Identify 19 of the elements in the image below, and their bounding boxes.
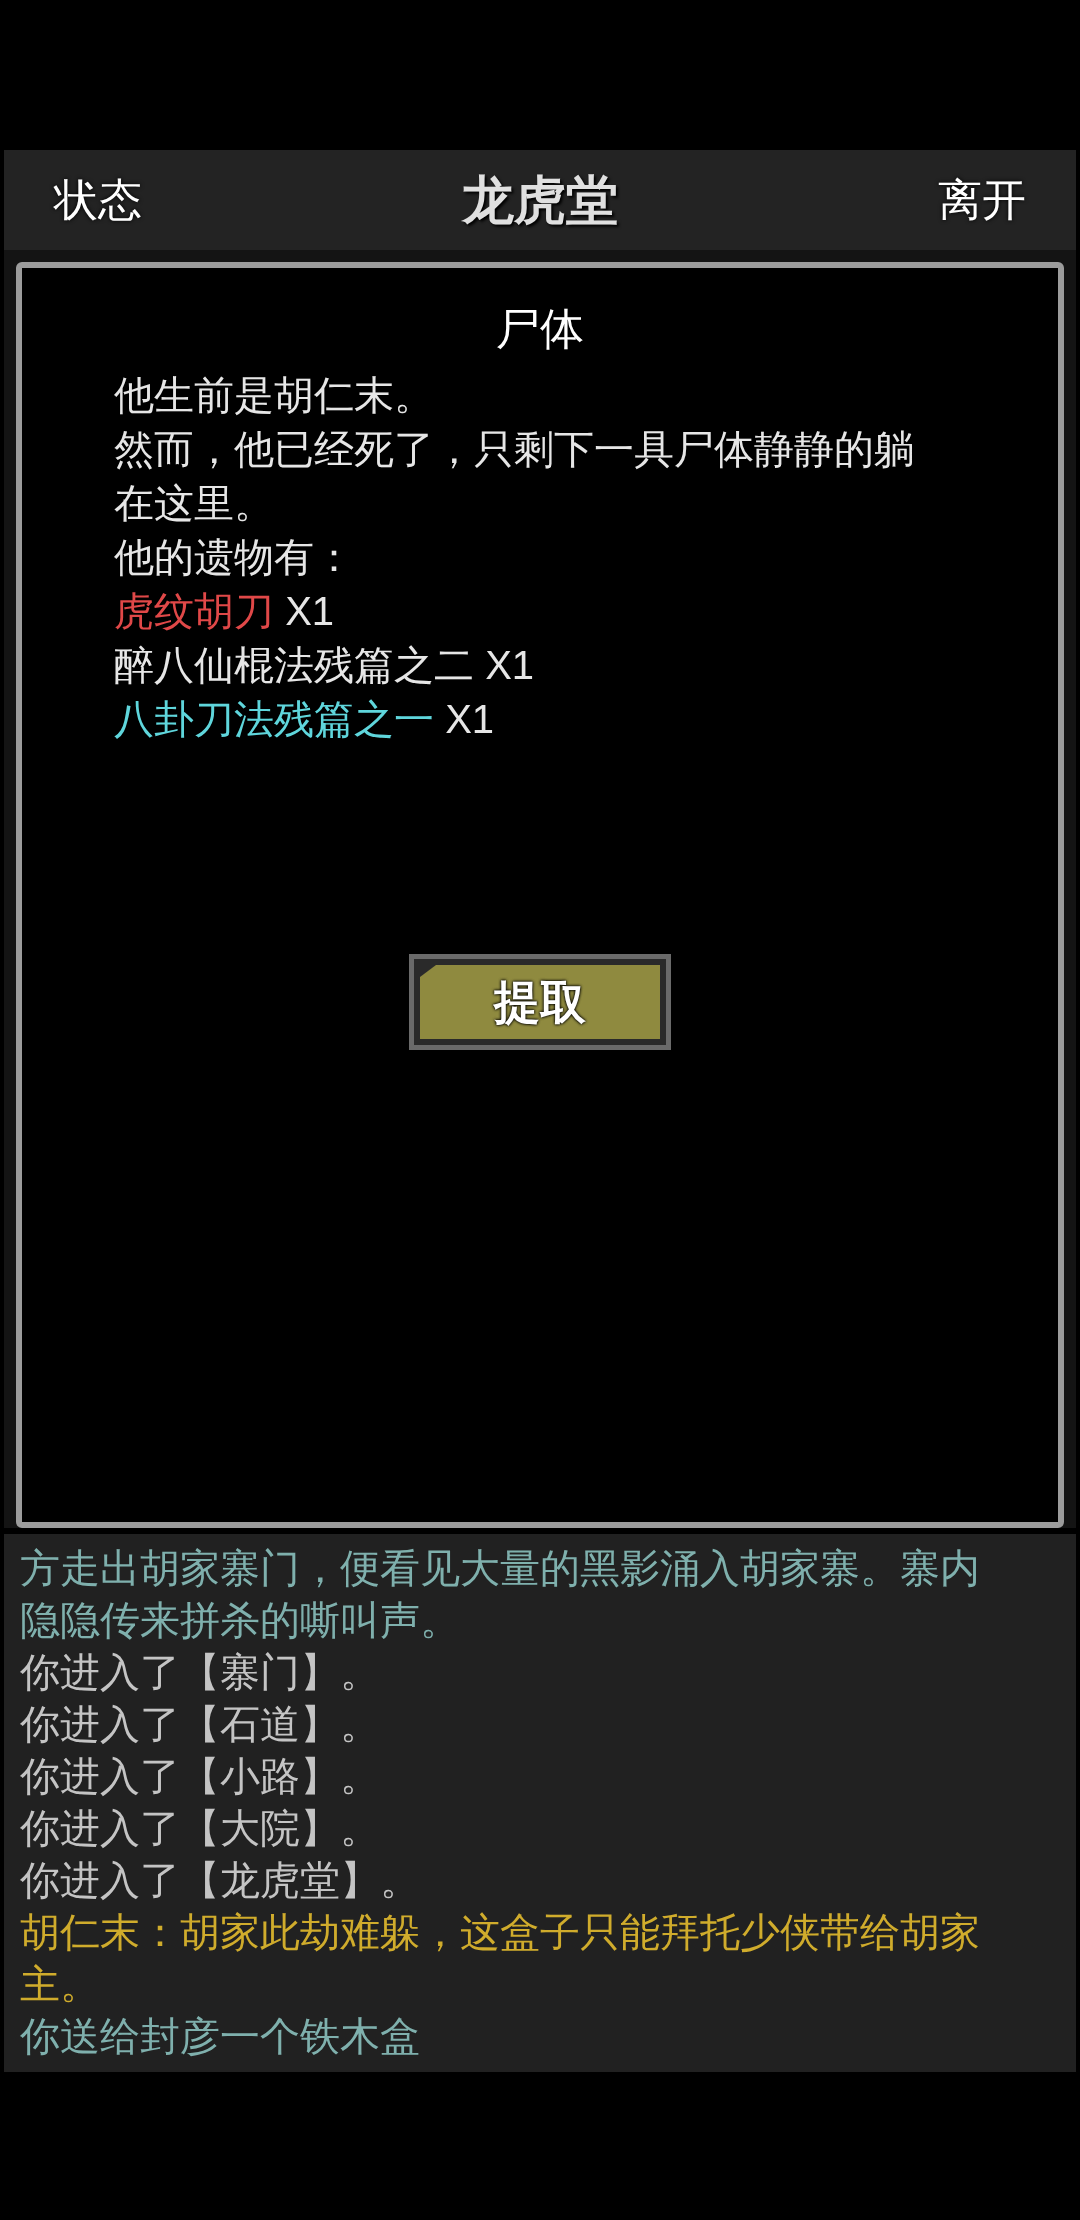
dialog-text: 他的遗物有： [114, 534, 355, 581]
log-message: 你进入了【龙虎堂】。 [20, 1857, 421, 1904]
dialog-text: 然而，他已经死了，只剩下一具尸体静静的躺在这里。 [114, 426, 915, 527]
dialog-title: 尸体 [496, 303, 584, 355]
dialog-text: 他生前是胡仁末。 [114, 372, 435, 419]
take-button[interactable]: 提取 [409, 954, 671, 1050]
log-message: 你进入了【寨门】。 [20, 1649, 381, 1696]
log-message: 你送给封彦一个铁木盒 [20, 2013, 421, 2060]
leave-button[interactable]: 离开 [938, 167, 1026, 233]
location-title: 龙虎堂 [462, 168, 618, 232]
loot-item: 醉八仙棍法残篇之二 X1 [114, 642, 536, 689]
status-button[interactable]: 状态 [54, 167, 142, 233]
log-message: 你进入了【大院】。 [20, 1805, 381, 1852]
log-message: 方走出胡家寨门，便看见大量的黑影涌入胡家寨。寨内隐隐传来拼杀的嘶叫声。 [20, 1545, 981, 1644]
log-message: 胡仁末：胡家此劫难躲，这盒子只能拜托少侠带给胡家主。 [20, 1909, 981, 2008]
loot-item: 虎纹胡刀 X1 [114, 588, 336, 635]
log-message: 你进入了【石道】。 [20, 1701, 381, 1748]
log-message: 你进入了【小路】。 [20, 1753, 381, 1800]
loot-item: 八卦刀法残篇之一 X1 [114, 696, 496, 743]
